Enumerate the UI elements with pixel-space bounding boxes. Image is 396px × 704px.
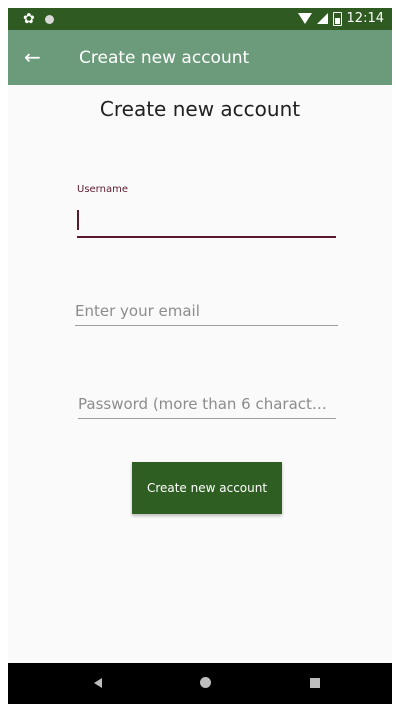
- signal-icon: [316, 13, 328, 24]
- wifi-icon: [297, 13, 312, 24]
- page-title: Create new account: [99, 97, 301, 121]
- circle-icon: [44, 14, 54, 24]
- create-account-button[interactable]: Create new account: [132, 462, 282, 514]
- phone-screen: ✿ 12:14 ← Create new account Create new …: [0, 0, 396, 704]
- username-input[interactable]: [77, 206, 336, 238]
- password-input[interactable]: [78, 390, 336, 419]
- app-bar: ← Create new account: [8, 30, 392, 85]
- nav-back-icon[interactable]: [94, 678, 102, 688]
- text-cursor: [77, 210, 79, 230]
- status-time: 12:14: [346, 11, 384, 26]
- arrow-left-icon[interactable]: ←: [24, 44, 41, 70]
- battery-icon: [332, 11, 342, 26]
- main-content: Create new account Username Create new a…: [8, 85, 392, 663]
- username-label: Username: [77, 184, 128, 195]
- status-right: 12:14: [297, 11, 384, 26]
- app-bar-title: Create new account: [79, 48, 250, 68]
- email-input[interactable]: [75, 297, 338, 326]
- nav-home-icon[interactable]: [200, 677, 211, 688]
- status-bar: ✿ 12:14: [8, 8, 392, 30]
- settings-icon: ✿: [23, 11, 35, 27]
- navigation-bar: [8, 663, 392, 704]
- status-left: ✿: [23, 11, 54, 27]
- nav-recents-icon[interactable]: [310, 678, 320, 688]
